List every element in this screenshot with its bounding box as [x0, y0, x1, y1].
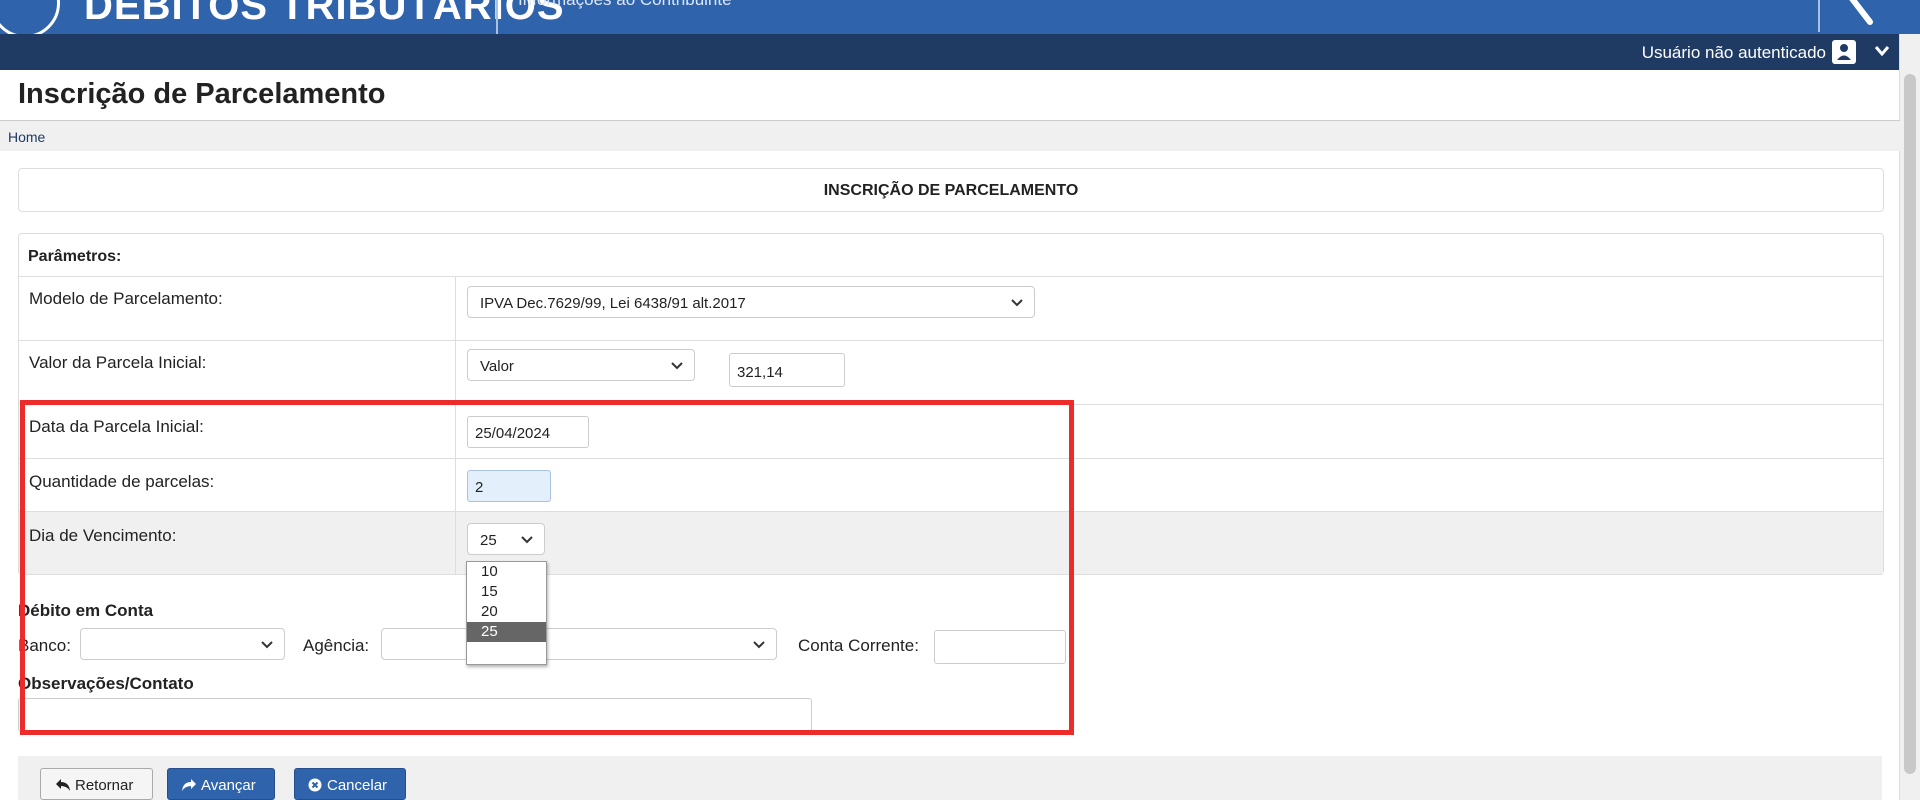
chevron-down-icon: [753, 641, 765, 649]
quantidade-label: Quantidade de parcelas:: [29, 472, 215, 491]
valor-amount-input[interactable]: 321,14: [729, 353, 845, 387]
chevron-down-icon[interactable]: [1874, 44, 1890, 63]
breadcrumb: Home: [0, 120, 1900, 151]
dia-vencimento-dropdown[interactable]: 10 15 20 25: [466, 561, 547, 665]
logo-icon: [0, 0, 60, 38]
parameters-heading: Parâmetros:: [19, 234, 1883, 277]
forward-icon: [182, 779, 196, 791]
user-icon[interactable]: [1832, 40, 1856, 64]
user-bar: Usuário não autenticado: [0, 34, 1900, 70]
breadcrumb-home[interactable]: Home: [8, 129, 45, 145]
dropdown-option-selected[interactable]: 25: [467, 622, 546, 642]
avancar-label: Avançar: [201, 777, 256, 794]
valor-amount-value: 321,14: [737, 364, 783, 381]
retornar-label: Retornar: [75, 777, 134, 794]
form-header: INSCRIÇÃO DE PARCELAMENTO: [18, 168, 1884, 212]
debito-title: Débito em Conta: [18, 601, 154, 620]
agencia-select[interactable]: [381, 628, 777, 660]
agencia-label: Agência:: [303, 636, 370, 655]
app-banner: DÉBITOS TRIBUTÁRIOS Informações ao Contr…: [0, 0, 1920, 38]
dia-vencimento-value: 25: [480, 532, 497, 549]
banner-divider: [496, 0, 498, 34]
quantidade-value: 2: [475, 479, 484, 496]
wrench-icon: [1849, 0, 1873, 25]
row-dia-vencimento: Dia de Vencimento: 25: [19, 512, 1883, 574]
dia-vencimento-label: Dia de Vencimento:: [29, 526, 177, 545]
parameters-panel: Parâmetros: Modelo de Parcelamento: IPVA…: [18, 233, 1884, 575]
app-subtitle: Informações ao Contribuinte: [518, 0, 732, 10]
valor-inicial-label: Valor da Parcela Inicial:: [29, 353, 207, 372]
page-title: Inscrição de Parcelamento: [18, 78, 386, 110]
reply-icon: [56, 779, 70, 791]
tools-button[interactable]: [1818, 0, 1892, 32]
page-scrollbar[interactable]: [1899, 34, 1920, 800]
row-data-inicial: Data da Parcela Inicial: 25/04/2024: [19, 405, 1883, 459]
banco-select[interactable]: [80, 628, 285, 660]
action-bar: Retornar Avançar Cancelar: [18, 756, 1882, 800]
data-inicial-label: Data da Parcela Inicial:: [29, 417, 204, 436]
row-modelo: Modelo de Parcelamento: IPVA Dec.7629/99…: [19, 277, 1883, 341]
user-status: Usuário não autenticado: [1641, 43, 1826, 62]
chevron-down-icon: [261, 641, 273, 649]
conta-label: Conta Corrente:: [798, 636, 919, 655]
cancelar-button[interactable]: Cancelar: [294, 768, 406, 800]
conta-input[interactable]: [934, 630, 1066, 664]
chevron-down-icon: [671, 362, 683, 370]
form-header-title: INSCRIÇÃO DE PARCELAMENTO: [823, 182, 1079, 199]
row-valor-inicial: Valor da Parcela Inicial: Valor 321,14: [19, 341, 1883, 405]
dropdown-option[interactable]: 20: [467, 602, 546, 622]
modelo-select[interactable]: IPVA Dec.7629/99, Lei 6438/91 alt.2017: [467, 286, 1035, 318]
app-title: DÉBITOS TRIBUTÁRIOS: [84, 0, 565, 28]
data-inicial-input[interactable]: 25/04/2024: [467, 416, 589, 448]
valor-type-select[interactable]: Valor: [467, 349, 695, 381]
quantidade-input[interactable]: 2: [467, 470, 551, 502]
dropdown-option[interactable]: 15: [467, 582, 546, 602]
banco-label: Banco:: [18, 636, 71, 655]
valor-type-value: Valor: [480, 358, 514, 375]
modelo-value: IPVA Dec.7629/99, Lei 6438/91 alt.2017: [480, 295, 746, 312]
row-quantidade: Quantidade de parcelas: 2: [19, 459, 1883, 512]
observacoes-title: Observações/Contato: [18, 674, 194, 693]
data-inicial-value: 25/04/2024: [475, 425, 551, 442]
cancel-icon: [308, 778, 322, 792]
avancar-button[interactable]: Avançar: [167, 768, 275, 800]
chevron-down-icon: [1011, 299, 1023, 307]
scrollbar-thumb[interactable]: [1904, 74, 1916, 774]
observacoes-input[interactable]: [18, 698, 812, 732]
dropdown-option[interactable]: 10: [467, 562, 546, 582]
retornar-button[interactable]: Retornar: [40, 768, 153, 800]
parameters-title: Parâmetros:: [28, 248, 122, 265]
modelo-label: Modelo de Parcelamento:: [29, 289, 223, 308]
dia-vencimento-select[interactable]: 25: [467, 523, 545, 555]
cancelar-label: Cancelar: [327, 777, 388, 794]
chevron-down-icon: [521, 536, 533, 544]
